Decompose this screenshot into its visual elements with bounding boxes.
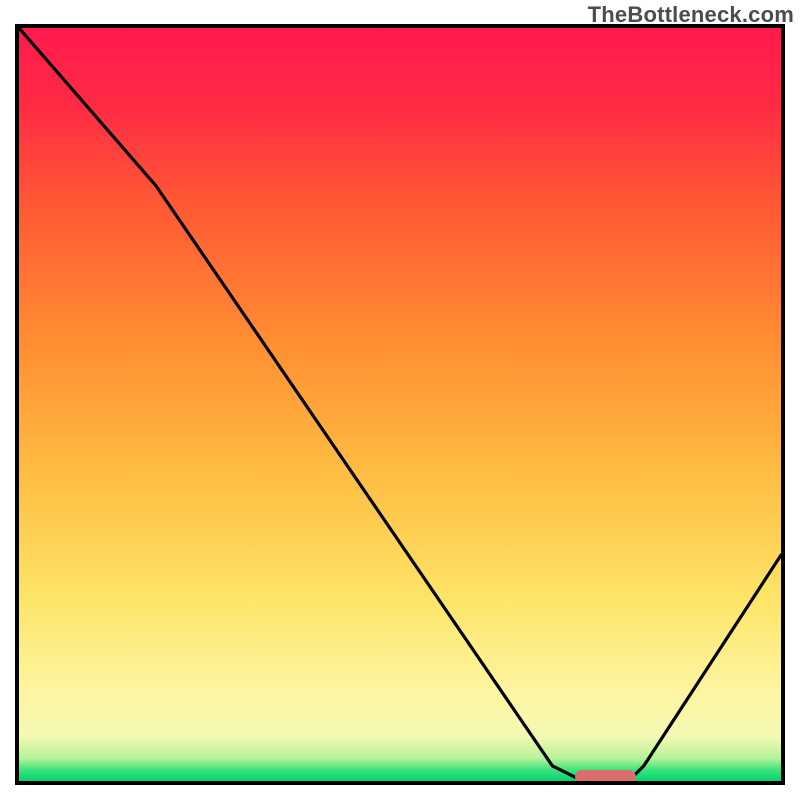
bottleneck-chart: TheBottleneck.com bbox=[0, 0, 800, 800]
watermark-text: TheBottleneck.com bbox=[588, 2, 794, 28]
optimal-range-marker bbox=[575, 770, 636, 784]
plot-area bbox=[15, 24, 785, 785]
bottleneck-curve bbox=[19, 28, 781, 781]
